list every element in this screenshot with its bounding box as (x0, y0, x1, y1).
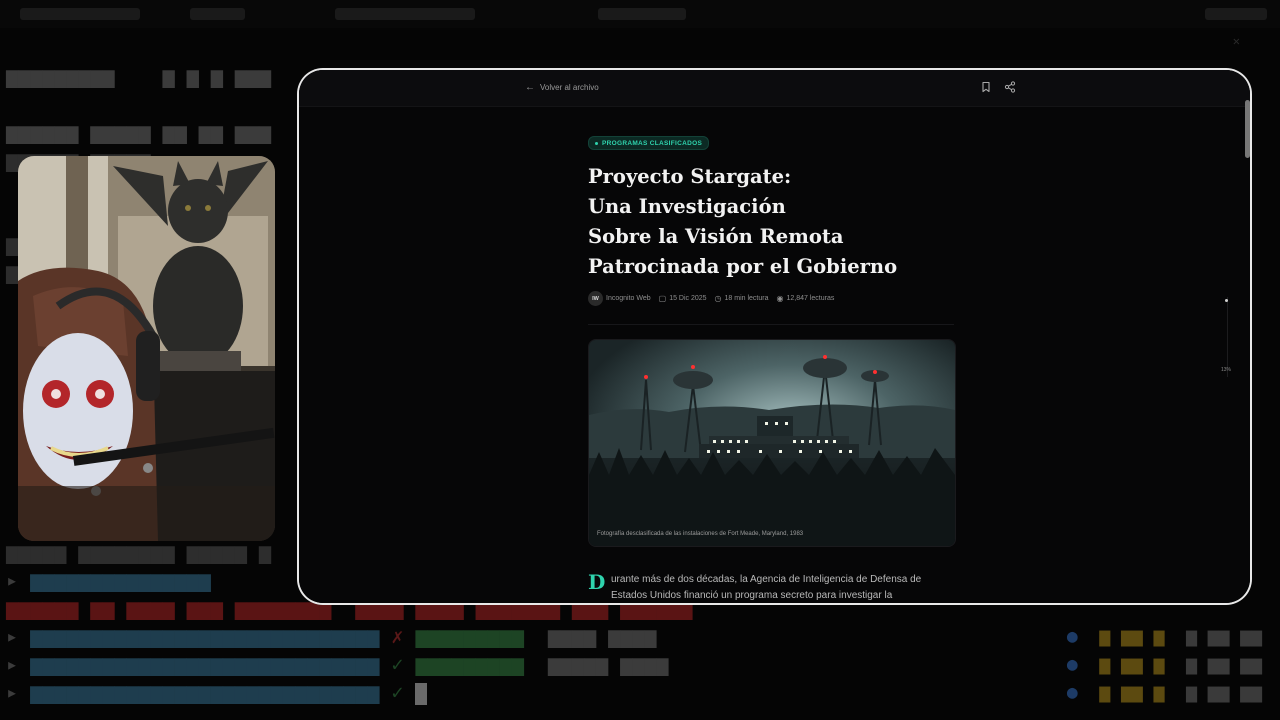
author-avatar: IW (588, 291, 603, 306)
reading-progress-label: 13% (1221, 367, 1232, 373)
terminal-status: ● ▆ ▆▆ ▆ ▆ ▆▆ ▆▆ (1066, 626, 1262, 647)
webcam-image (18, 156, 275, 541)
title-line: Sobre la Visión Remota (588, 225, 844, 248)
category-dot-icon (595, 141, 598, 145)
terminal-line: ▆ (6, 260, 19, 284)
views-label: 12,847 lecturas (786, 295, 835, 302)
terminal-status: ● ▆ ▆▆ ▆ ▆ ▆▆ ▆▆ (1066, 654, 1262, 675)
drop-cap: D (588, 570, 606, 594)
terminal-cursor (415, 682, 428, 705)
terminal-line: ▆▆▆▆▆▆▆▆▆ ▆ ▆ ▆ ▆▆▆ (6, 64, 271, 88)
terminal-line: ▆▆▆▆▆ ▆▆▆▆▆▆▆▆ ▆▆▆▆▆ ▆ (6, 540, 271, 564)
terminal-line: ▸ ▆▆▆▆▆▆▆▆▆▆▆▆▆▆▆ (6, 568, 211, 592)
title-line: Patrocinada por el Gobierno (588, 255, 898, 278)
image-caption: Fotografía desclasificada de las instala… (597, 531, 804, 537)
read-time: ◷ 18 min lectura (715, 294, 769, 303)
arrow-left-icon: ← (525, 82, 535, 93)
terminal-status: ● ▆ ▆▆ ▆ ▆ ▆▆ ▆▆ (1066, 682, 1262, 703)
clock-icon: ◷ (714, 294, 722, 303)
terminal-line: ▸ ▆▆▆▆▆▆▆▆▆▆▆▆▆▆▆▆▆▆▆▆▆▆▆▆▆▆▆▆▆ ✗ ▆▆▆▆▆▆… (6, 624, 657, 648)
view-count: ◉ 12,847 lecturas (777, 294, 835, 303)
article-body: urante más de dos décadas, la Agencia de… (611, 572, 951, 603)
back-link-label: Volver al archivo (540, 83, 599, 92)
terminal-tab (335, 8, 475, 20)
title-line: Una Investigación (588, 195, 786, 218)
body-line: urante más de dos décadas, la Agencia de… (611, 574, 922, 585)
terminal-line: ▆ (6, 232, 19, 256)
reading-progress-indicator (1225, 299, 1228, 302)
publish-date: ▢ 15 Dic 2025 (659, 294, 707, 303)
eye-icon: ◉ (776, 294, 784, 303)
title-line: Proyecto Stargate: (588, 165, 792, 188)
calendar-icon: ▢ (658, 294, 667, 303)
terminal-line: ▸ ▆▆▆▆▆▆▆▆▆▆▆▆▆▆▆▆▆▆▆▆▆▆▆▆▆▆▆▆▆ ✓ ▆▆▆▆▆▆… (6, 652, 669, 676)
read-time-label: 18 min lectura (724, 295, 769, 302)
article-modal: ← Volver al archivo 13% PROGRAMAS CLASIF… (297, 68, 1252, 605)
share-icon[interactable] (1003, 80, 1017, 94)
date-label: 15 Dic 2025 (669, 295, 707, 302)
facility-photo (589, 340, 955, 546)
meta-divider (588, 324, 954, 325)
terminal-tab (598, 8, 686, 20)
author[interactable]: IW Incognito Web (588, 291, 651, 306)
terminal-tab (190, 8, 245, 20)
author-name: Incognito Web (606, 295, 651, 302)
reading-progress-rail (1227, 297, 1228, 377)
body-line: Estados Unidos financió un programa secr… (611, 590, 893, 601)
scrollbar-thumb[interactable] (1245, 100, 1250, 158)
hero-image[interactable]: Fotografía desclasificada de las instala… (588, 339, 956, 547)
terminal-tab (20, 8, 140, 20)
terminal-tab-bar (0, 0, 1280, 28)
category-label: PROGRAMAS CLASIFICADOS (602, 139, 703, 147)
back-to-archive-link[interactable]: ← Volver al archivo (525, 82, 599, 93)
article-title: Proyecto Stargate: Una Investigación Sob… (588, 162, 948, 282)
category-badge[interactable]: PROGRAMAS CLASIFICADOS (588, 136, 710, 150)
article-header: ← Volver al archivo (299, 70, 1250, 107)
terminal-close-icon: ✕ (1232, 34, 1240, 48)
terminal-line: ▆▆▆▆▆▆ ▆▆▆▆▆ ▆▆ ▆▆ ▆▆▆ (6, 120, 271, 144)
article-viewport[interactable]: ← Volver al archivo 13% PROGRAMAS CLASIF… (299, 70, 1250, 603)
terminal-tab (1205, 8, 1267, 20)
bookmark-icon[interactable] (979, 80, 993, 94)
webcam-overlay (18, 156, 275, 541)
terminal-prompt[interactable]: ▸ ▆▆▆▆▆▆▆▆▆▆▆▆▆▆▆▆▆▆▆▆▆▆▆▆▆▆▆▆▆ ✓ (6, 680, 428, 705)
article-meta: IW Incognito Web ▢ 15 Dic 2025 ◷ 18 min … (588, 291, 834, 306)
